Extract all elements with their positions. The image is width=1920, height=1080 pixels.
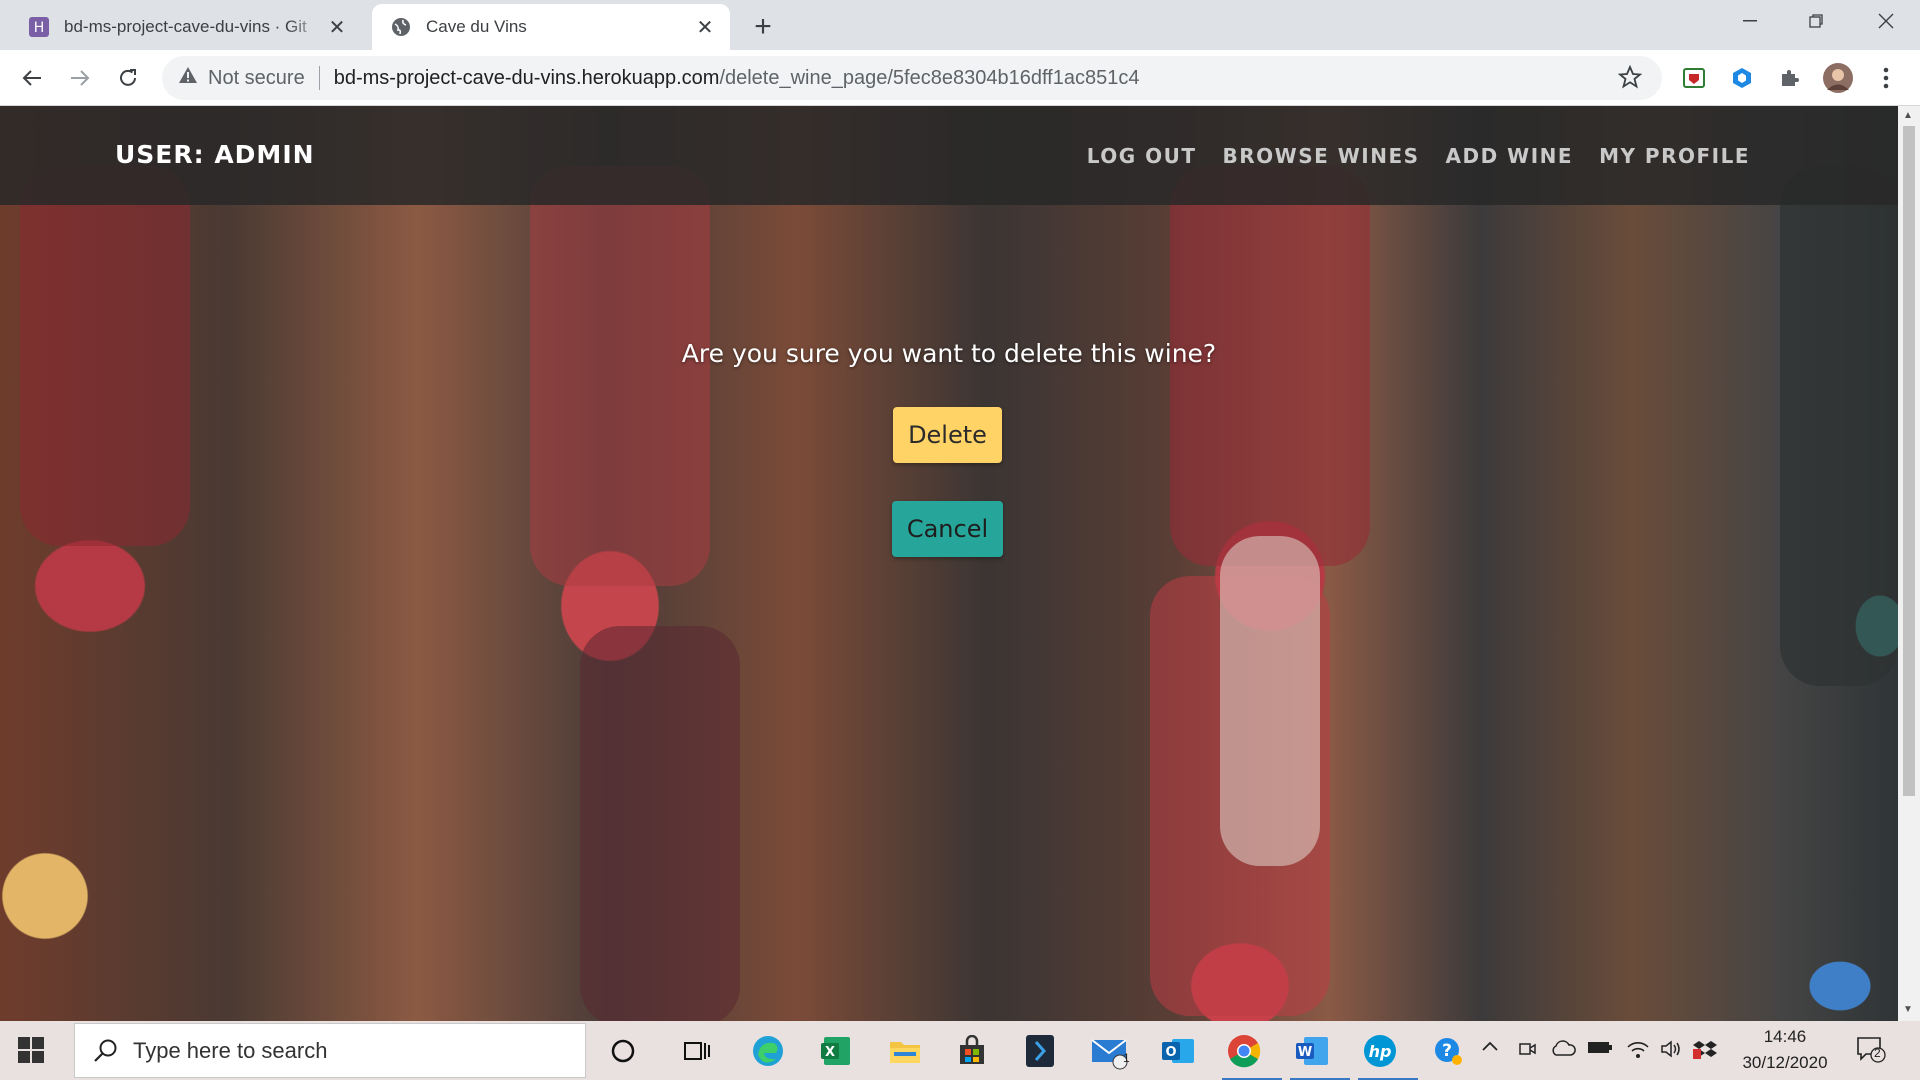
mail-icon[interactable]: 1 — [1088, 1029, 1132, 1073]
svg-text:H: H — [34, 20, 45, 36]
volume-icon[interactable] — [1660, 1039, 1684, 1064]
excel-icon[interactable]: X — [814, 1029, 858, 1073]
delete-button[interactable]: Delete — [893, 407, 1002, 463]
scrollbar[interactable]: ▲ ▼ — [1898, 106, 1920, 1021]
clock-time: 14:46 — [1763, 1027, 1807, 1046]
browser-tab-strip: H bd-ms-project-cave-du-vins · Git ✕ Cav… — [0, 0, 1920, 50]
scroll-thumb[interactable] — [1903, 126, 1915, 796]
minimize-icon[interactable] — [1716, 0, 1784, 42]
browser-toolbar: Not secure bd-ms-project-cave-du-vins.he… — [0, 50, 1920, 106]
nav-browse-wines[interactable]: BROWSE WINES — [1222, 144, 1419, 168]
search-icon — [93, 1038, 119, 1070]
background-bottle — [580, 626, 740, 1021]
notifications-icon[interactable]: 2 — [1856, 1035, 1886, 1068]
nav-links: LOG OUT BROWSE WINES ADD WINE MY PROFILE — [1087, 144, 1750, 168]
tab-github[interactable]: H bd-ms-project-cave-du-vins · Git ✕ — [10, 4, 362, 50]
edge-icon[interactable] — [746, 1029, 790, 1073]
scroll-down-icon[interactable]: ▼ — [1903, 1004, 1913, 1015]
windows-taskbar: Type here to search X 1 O W hp ? 14:46 3… — [0, 1021, 1920, 1080]
address-bar[interactable]: Not secure bd-ms-project-cave-du-vins.he… — [162, 56, 1662, 100]
confirm-question: Are you sure you want to delete this win… — [681, 339, 1217, 368]
tab-cave-du-vins[interactable]: Cave du Vins ✕ — [372, 4, 730, 50]
meet-now-icon[interactable] — [1517, 1039, 1537, 1064]
taskbar-search-input[interactable]: Type here to search — [74, 1023, 586, 1078]
wifi-icon[interactable] — [1626, 1039, 1650, 1064]
powershell-icon[interactable] — [1018, 1029, 1062, 1073]
task-view-icon[interactable] — [674, 1029, 718, 1073]
menu-kebab-icon[interactable] — [1870, 62, 1902, 94]
bookmark-star-icon[interactable] — [1617, 64, 1643, 94]
svg-text:?: ? — [1442, 1041, 1452, 1061]
background-bottle — [1780, 166, 1898, 686]
close-icon[interactable]: ✕ — [326, 16, 348, 39]
globe-icon — [390, 16, 412, 38]
notification-badge: 2 — [1874, 1046, 1881, 1060]
site-navbar: USER: ADMIN LOG OUT BROWSE WINES ADD WIN… — [0, 106, 1898, 205]
scroll-up-icon[interactable]: ▲ — [1903, 110, 1913, 121]
windows-start-icon[interactable] — [18, 1037, 44, 1068]
search-placeholder: Type here to search — [133, 1037, 328, 1063]
mail-badge: 1 — [1123, 1051, 1130, 1065]
tab-title: bd-ms-project-cave-du-vins · Git — [64, 17, 307, 36]
url-path: /delete_wine_page/5fec8e8304b16dff1ac851… — [719, 66, 1140, 89]
heroku-icon: H — [28, 16, 50, 38]
nav-log-out[interactable]: LOG OUT — [1087, 144, 1197, 168]
cancel-button[interactable]: Cancel — [892, 501, 1003, 557]
store-icon[interactable] — [950, 1029, 994, 1073]
svg-text:W: W — [1298, 1045, 1312, 1060]
cortana-icon[interactable] — [601, 1029, 645, 1073]
nav-my-profile[interactable]: MY PROFILE — [1599, 144, 1750, 168]
battery-icon[interactable] — [1587, 1039, 1613, 1060]
file-explorer-icon[interactable] — [883, 1029, 927, 1073]
svg-text:hp: hp — [1369, 1042, 1392, 1061]
profile-avatar-icon[interactable] — [1822, 62, 1854, 94]
forward-arrow-icon[interactable] — [64, 62, 96, 94]
word-icon[interactable]: W — [1290, 1029, 1350, 1080]
user-brand: USER: ADMIN — [115, 140, 315, 169]
help-icon[interactable]: ? — [1426, 1029, 1470, 1073]
background-bottle — [530, 166, 710, 586]
background-bottle — [1220, 536, 1320, 866]
taskbar-clock[interactable]: 14:46 30/12/2020 — [1730, 1024, 1840, 1076]
warning-icon — [178, 66, 198, 90]
hp-icon[interactable]: hp — [1358, 1029, 1418, 1080]
close-icon[interactable]: ✕ — [694, 16, 716, 39]
clock-date: 30/12/2020 — [1742, 1053, 1828, 1072]
tray-chevron-up-icon[interactable] — [1481, 1039, 1499, 1057]
window-close-icon[interactable] — [1852, 0, 1920, 42]
extension-hex-icon[interactable] — [1726, 62, 1758, 94]
extensions-puzzle-icon[interactable] — [1774, 62, 1806, 94]
url-host: bd-ms-project-cave-du-vins.herokuapp.com — [333, 66, 720, 89]
page-background: USER: ADMIN LOG OUT BROWSE WINES ADD WIN… — [0, 106, 1898, 1021]
divider — [318, 66, 320, 90]
onedrive-icon[interactable] — [1550, 1039, 1576, 1062]
chrome-icon[interactable] — [1222, 1029, 1282, 1080]
extension-shield-icon[interactable] — [1678, 62, 1710, 94]
svg-text:O: O — [1165, 1045, 1176, 1060]
tab-title: Cave du Vins — [426, 17, 527, 36]
reload-icon[interactable] — [112, 62, 144, 94]
restore-icon[interactable] — [1782, 0, 1850, 42]
outlook-icon[interactable]: O — [1156, 1029, 1200, 1073]
dropbox-sync-icon[interactable] — [1693, 1039, 1717, 1066]
back-arrow-icon[interactable] — [16, 62, 48, 94]
new-tab-button[interactable]: + — [748, 10, 778, 43]
svg-text:X: X — [825, 1045, 835, 1060]
security-label[interactable]: Not secure — [208, 67, 305, 90]
nav-add-wine[interactable]: ADD WINE — [1446, 144, 1574, 168]
